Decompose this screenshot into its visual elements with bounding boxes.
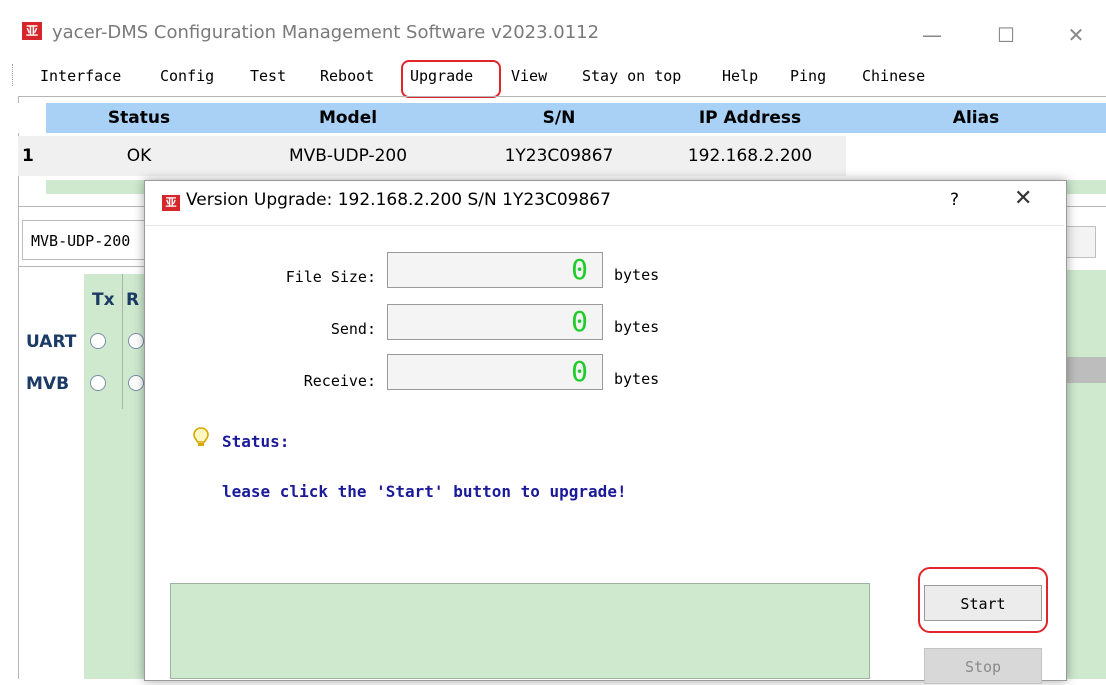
menu-grip <box>12 64 15 86</box>
menu-help[interactable]: Help <box>722 64 758 88</box>
right-panel-grey-row <box>1066 357 1106 383</box>
dialog-logo: 亚 <box>162 195 180 211</box>
column-header-ip[interactable]: IP Address <box>654 103 846 133</box>
menu-test[interactable]: Test <box>250 64 286 88</box>
cell-alias[interactable] <box>846 136 1106 176</box>
lightbulb-icon <box>190 426 212 448</box>
column-header-alias[interactable]: Alias <box>846 103 1106 133</box>
app-logo: 亚 <box>22 22 42 40</box>
receive-display: 0 <box>387 354 603 390</box>
close-button[interactable]: ✕ <box>1056 18 1096 52</box>
menu-view[interactable]: View <box>511 64 547 88</box>
menu-stay-on-top[interactable]: Stay on top <box>582 64 681 88</box>
file-size-display: 0 <box>387 252 603 288</box>
receive-unit: bytes <box>614 370 660 388</box>
menu-ping[interactable]: Ping <box>790 64 826 88</box>
menu-interface[interactable]: Interface <box>40 64 121 88</box>
file-size-label: File Size: <box>285 268 376 286</box>
table-corner <box>18 103 46 133</box>
upgrade-annotation-circle <box>401 60 501 98</box>
receive-value: 0 <box>571 355 588 388</box>
column-header-model[interactable]: Model <box>232 103 464 133</box>
column-header-status[interactable]: Status <box>46 103 232 133</box>
cell-status[interactable]: OK <box>46 136 233 176</box>
menu-config[interactable]: Config <box>160 64 214 88</box>
send-value: 0 <box>571 305 588 338</box>
status-label: Status: <box>222 432 290 451</box>
menu-reboot[interactable]: Reboot <box>320 64 374 88</box>
dialog-title: Version Upgrade: 192.168.2.200 S/N 1Y23C… <box>186 190 611 210</box>
cell-ip[interactable]: 192.168.2.200 <box>654 136 847 176</box>
rx-column-header: R <box>126 290 140 310</box>
window-title: yacer-DMS Configuration Management Softw… <box>52 22 600 43</box>
file-size-value: 0 <box>571 253 588 286</box>
send-unit: bytes <box>614 318 660 336</box>
uart-row-label: UART <box>26 332 77 352</box>
right-panel-button[interactable] <box>1066 226 1096 258</box>
tx-column-header: Tx <box>92 290 115 310</box>
mvb-rx-indicator <box>128 375 144 391</box>
start-annotation-circle <box>918 567 1048 633</box>
cell-sn[interactable]: 1Y23C09867 <box>464 136 655 176</box>
menu-chinese[interactable]: Chinese <box>862 64 925 88</box>
status-message: lease click the 'Start' button to upgrad… <box>222 482 627 501</box>
dialog-help-button[interactable]: ? <box>950 190 959 210</box>
right-panel-area <box>1066 270 1106 679</box>
table-top-border <box>18 96 1106 97</box>
send-display: 0 <box>387 304 603 340</box>
receive-label: Receive: <box>303 372 376 390</box>
column-header-sn[interactable]: S/N <box>464 103 654 133</box>
dialog-title-divider <box>145 225 1064 226</box>
maximize-button[interactable]: ☐ <box>986 18 1026 52</box>
mvb-row-label: MVB <box>26 374 70 394</box>
left-border <box>18 96 19 679</box>
minimize-button[interactable]: — <box>912 18 952 52</box>
file-size-unit: bytes <box>614 266 660 284</box>
side-column-divider <box>122 274 123 409</box>
row-number[interactable]: 1 <box>18 136 46 176</box>
log-output-area[interactable] <box>170 583 870 679</box>
mvb-tx-indicator <box>90 375 106 391</box>
uart-tx-indicator <box>90 333 106 349</box>
send-label: Send: <box>330 320 376 338</box>
device-tab[interactable]: MVB-UDP-200 <box>22 220 162 260</box>
cell-model[interactable]: MVB-UDP-200 <box>232 136 465 176</box>
dialog-close-button[interactable]: ✕ <box>1014 186 1032 211</box>
uart-rx-indicator <box>128 333 144 349</box>
side-panel-top-border <box>18 266 146 267</box>
